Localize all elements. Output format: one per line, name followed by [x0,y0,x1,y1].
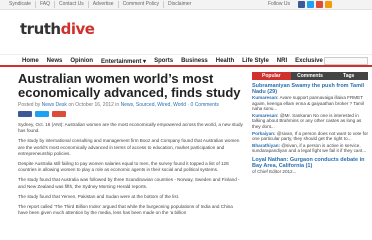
tweet-button[interactable] [35,111,49,117]
article-meta: Posted by News Desk on October 16, 2012 … [18,102,219,108]
share-buttons [18,111,66,118]
nav-nri[interactable]: NRI [273,58,291,65]
article-paragraph: The study found that Yemen, Pakistan and… [18,193,180,199]
header-ad-area [130,14,370,42]
article-paragraph: The report called ‘The Third Billion Ind… [18,204,233,216]
twitter-icon[interactable] [307,1,314,8]
rss-icon[interactable] [325,1,332,8]
nav-entertainment[interactable]: Entertainment ▾ [97,58,150,65]
sidebar-tabs: Popular Comments Tags [252,72,369,80]
tab-comments[interactable]: Comments [290,72,330,80]
nav-business[interactable]: Business [177,58,212,65]
article-body: Sydney, Oct. 16 (ANI): Australian women … [18,122,243,220]
nav-news[interactable]: News [43,58,67,65]
top-links: Syndicate FAQ Contact Us Advertise Comme… [5,1,195,8]
sidebar-comment: of Chief Editor 2012... [252,169,368,175]
nav-health[interactable]: Health [212,58,238,65]
comment-author[interactable]: Kumaresan: [252,113,279,118]
nav-opinion[interactable]: Opinion [66,58,97,65]
sidebar-comment: Bharathiyan: @sivan, if a person is acti… [252,143,368,154]
article-title: Australian women world’s most economical… [18,71,241,100]
comment-author[interactable]: Kumaresan: [252,95,279,100]
google-plus-icon[interactable] [316,1,323,8]
sidebar-comment: Kumaresan: @Mr. Sankaran No one is inter… [252,113,368,130]
sidebar-post-link[interactable]: Loyal Nathan: Gurgaon conducts debate in… [252,157,368,169]
nav-home[interactable]: Home [18,58,43,65]
search-input[interactable] [324,57,368,65]
category-links[interactable]: News, Sourced, Wired, World [121,102,186,108]
comment-author[interactable]: Porkaiyan: [252,131,276,136]
top-link-syndicate[interactable]: Syndicate [5,1,36,8]
article-paragraph: Despite Australia still failing to pay w… [18,161,229,173]
comment-text: of Chief Editor 2012... [252,168,297,174]
tab-popular[interactable]: Popular [252,72,291,80]
facebook-icon[interactable] [298,1,305,8]
comment-author[interactable]: Bharathiyan: [252,143,280,148]
top-link-faq[interactable]: FAQ [36,1,55,8]
top-utility-bar: Syndicate FAQ Contact Us Advertise Comme… [0,0,372,10]
tab-tags[interactable]: Tags [329,72,369,80]
article-paragraph: Sydney, Oct. 16 (ANI): Australian women … [18,122,243,134]
sidebar: Popular Comments Tags Subramaniyan Swamy… [252,72,369,240]
meta-date: on October 16, 2012 in [68,102,120,108]
nav-lifestyle[interactable]: Life Style [238,58,273,65]
top-link-comment-policy[interactable]: Comment Policy [119,1,164,8]
sidebar-comment: Porkaiyan: @sivan, If a person does not … [252,131,368,142]
article-paragraph: The study found that Australia was follo… [18,177,240,189]
logo-text-part1: truth [20,20,61,38]
sidebar-comment: Kumaresan: Avare support pannavaiga illa… [252,95,368,112]
nav-exclusive[interactable]: Exclusive [291,58,327,65]
author-link[interactable]: News Desk [42,102,67,108]
top-link-disclaimer[interactable]: Disclaimer [164,1,195,8]
article-paragraph: The study by international consulting an… [18,138,240,156]
site-logo[interactable]: truthdive [20,20,95,38]
sidebar-post-link[interactable]: Subramaniyan Swamy the push from Tamil N… [252,83,368,95]
follow-us-label: Follow Us [268,1,290,7]
facebook-share-button[interactable] [18,111,32,117]
meta-prefix: Posted by [18,102,41,108]
top-link-advertise[interactable]: Advertise [89,1,119,8]
google-plus-share-button[interactable] [52,111,66,117]
nav-sports[interactable]: Sports [150,58,177,65]
main-nav: Home News Opinion Entertainment ▾ Sports… [0,54,372,67]
comments-link[interactable]: 0 Comments [191,102,219,108]
logo-text-part2: dive [60,20,95,38]
top-link-contact[interactable]: Contact Us [55,1,89,8]
